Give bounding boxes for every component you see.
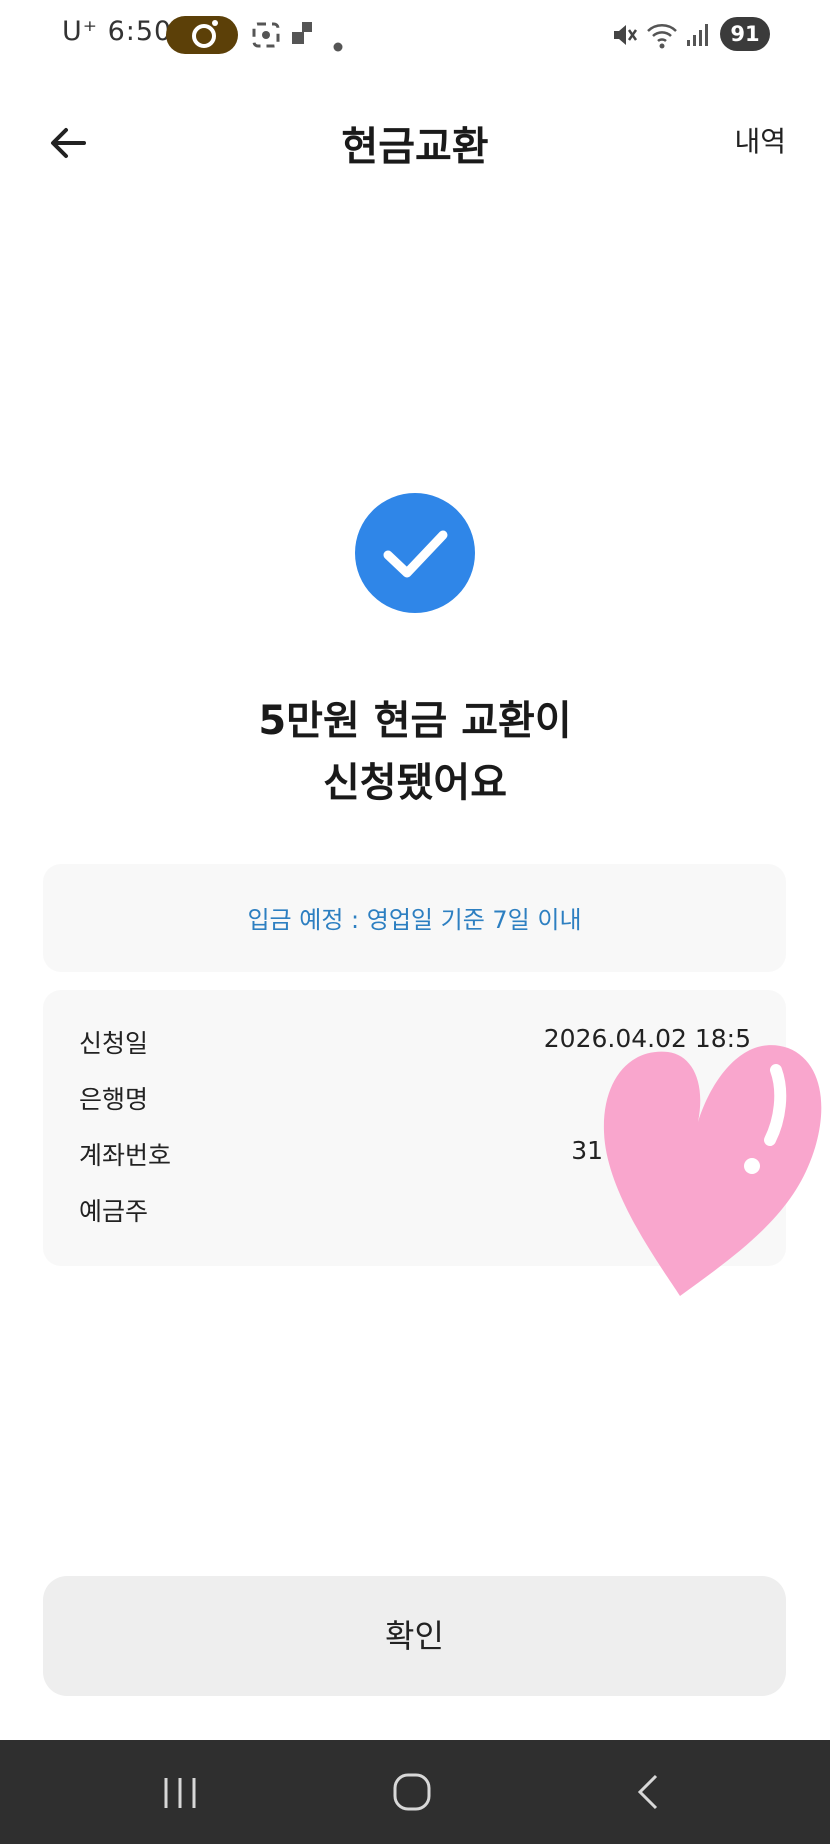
home-button[interactable] (392, 1772, 432, 1816)
detail-label: 계좌번호 (79, 1141, 172, 1170)
headline-line-2: 신청됐어요 (323, 760, 507, 806)
deposit-notice-box: 입금 예정 : 영업일 기준 7일 이내 (43, 864, 786, 972)
system-back-button[interactable] (628, 1772, 668, 1816)
recording-indicator-icon (166, 16, 238, 54)
app-notification-icon (290, 22, 316, 52)
wifi-icon (646, 22, 680, 56)
signal-icon (686, 22, 710, 54)
detail-label: 은행명 (79, 1085, 149, 1114)
page-title: 현금교환 (341, 124, 489, 170)
heart-sticker-icon (588, 1022, 828, 1302)
system-nav-bar (0, 1740, 830, 1844)
recent-apps-button[interactable] (160, 1772, 200, 1816)
result-headline: 5만원 현금 교환이 신청됐어요 (0, 690, 830, 814)
home-icon (393, 1773, 431, 1811)
screenshot-icon (252, 22, 280, 54)
recent-apps-icon (164, 1778, 196, 1808)
detail-label: 예금주 (79, 1197, 149, 1226)
history-button[interactable]: 내역 (734, 120, 786, 160)
battery-icon: 91 (720, 17, 770, 51)
success-check-icon (355, 493, 475, 613)
mute-icon (612, 22, 638, 54)
app-header: 현금교환 내역 (0, 100, 830, 184)
status-bar: U⁺ 6:50 91 (0, 0, 830, 70)
more-notifications-icon (333, 30, 343, 58)
chevron-left-icon (637, 1774, 658, 1810)
deposit-notice-text: 입금 예정 : 영업일 기준 7일 이내 (247, 906, 582, 934)
headline-line-1: 5만원 현금 교환이 (258, 698, 572, 744)
confirm-button[interactable]: 확인 (43, 1576, 786, 1696)
carrier-time: U⁺ 6:50 (62, 16, 173, 47)
detail-label: 신청일 (79, 1029, 149, 1058)
